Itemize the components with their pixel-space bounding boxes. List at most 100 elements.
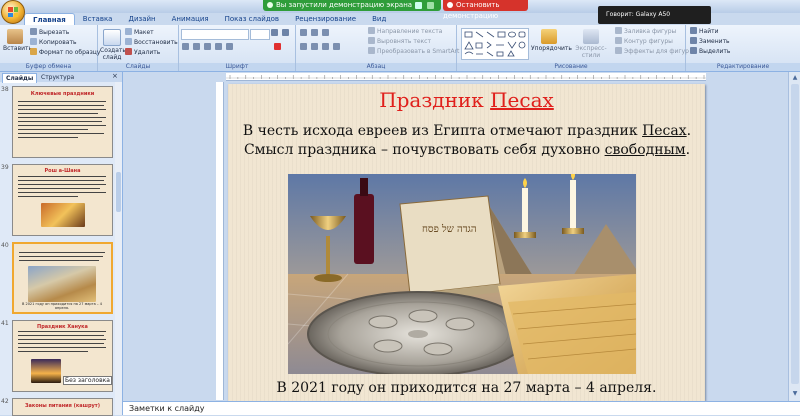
font-name-select[interactable] [181,29,249,40]
justify-button[interactable] [333,43,342,52]
shapes-gallery[interactable] [461,28,529,60]
thumb-text-line [18,339,106,340]
close-panel-icon[interactable]: × [112,72,118,80]
slide-canvas[interactable]: Праздник Песах В честь исхода евреев из … [228,84,705,401]
brush-icon [30,48,37,55]
font-color-icon [274,43,281,50]
thumb-title: Праздник Ханука [37,324,88,330]
new-slide-button[interactable]: Создать слайд [100,29,126,61]
layout-button[interactable]: Макет [125,28,154,37]
slide-thumbnail-42[interactable]: Законы питания (кашрут) [12,398,113,416]
pause-share-icon[interactable] [415,2,422,9]
office-button[interactable] [1,0,25,24]
bold-button[interactable] [182,43,191,52]
font-color-button[interactable] [274,43,283,52]
tab-slides[interactable]: Слайды [2,73,38,83]
numbering-button[interactable] [311,29,320,38]
editing-group: Найти Заменить Выделить Редактирование [686,25,800,71]
shape-effects-button[interactable]: Эффекты для фигур [615,47,689,56]
share-settings-icon[interactable] [427,2,434,9]
smartart-label: Преобразовать в SmartArt [377,48,460,55]
slide-title[interactable]: Праздник Песах [228,88,705,112]
slide-thumbnail-39[interactable]: Рош а-Шана [12,164,113,236]
indent-button[interactable] [322,29,331,38]
underline-icon [204,43,211,50]
passover-seder-photo[interactable]: הגדה של פסח [288,174,636,374]
slide-thumbnail-38[interactable]: Ключевые праздники [12,86,113,158]
slide-body-text[interactable]: В честь исхода евреев из Египта отмечают… [242,122,692,160]
cursor-icon [690,47,697,54]
panel-scrollbar[interactable] [115,82,122,415]
copy-button[interactable]: Копировать [30,38,76,47]
shape-effects-label: Эффекты для фигур [624,48,689,55]
reset-button[interactable]: Восстановить [125,38,178,47]
shape-fill-button[interactable]: Заливка фигуры [615,27,676,36]
thumb-number: 41 [1,320,9,327]
strikethrough-button[interactable] [215,43,224,52]
clipboard-group: Вставить Вырезать Копировать Формат по о… [0,25,100,71]
tab-design[interactable]: Дизайн [120,13,163,25]
drawing-group-label: Рисование [457,63,685,71]
align-center-button[interactable] [311,43,320,52]
shape-outline-button[interactable]: Контур фигуры [615,37,673,46]
arrange-label: Упорядочить [531,45,572,52]
screen-share-banner: Вы запустили демонстрацию экрана [263,0,441,11]
tab-animation[interactable]: Анимация [164,13,217,25]
underline-button[interactable] [204,43,213,52]
vertical-ruler[interactable] [216,82,224,400]
align-left-button[interactable] [300,43,309,52]
tab-review[interactable]: Рецензирование [287,13,364,25]
replace-button[interactable]: Заменить [690,37,730,46]
seder-illustration: הגדה של פסח [288,174,636,374]
notes-pane[interactable]: Заметки к слайду [123,401,800,415]
tab-insert[interactable]: Вставка [75,13,121,25]
body-line-1: В честь исхода евреев из Египта отмечают… [242,122,692,141]
editor-scroll-thumb[interactable] [791,84,799,384]
find-button[interactable]: Найти [690,27,718,36]
font-size-select[interactable] [250,29,270,40]
body-line-1-end: . [686,123,692,139]
quick-styles-button[interactable]: Экспресс-стили [569,29,613,59]
horizontal-ruler[interactable] [226,73,706,81]
align-text-icon [368,37,375,44]
slide-thumbnail-41[interactable]: Праздник Ханука Без заголовка [12,320,113,392]
thumb-text-line [18,121,102,122]
slide-thumbnail-40[interactable]: В 2021 году он приходится на 27 марта – … [12,242,113,314]
delete-slide-button[interactable]: Удалить [125,48,160,57]
text-direction-button[interactable]: Направление текста [368,27,442,36]
italic-button[interactable] [193,43,202,52]
bullets-button[interactable] [300,29,309,38]
scroll-up-icon[interactable]: ▲ [791,74,799,82]
tab-slideshow[interactable]: Показ слайдов [217,13,287,25]
shape-fill-label: Заливка фигуры [624,28,677,35]
grow-font-button[interactable] [271,29,280,38]
new-slide-icon [103,29,121,46]
stop-share-button[interactable]: Остановить демонстрацию [443,0,528,20]
smartart-button[interactable]: Преобразовать в SmartArt [368,47,459,56]
thumb-text-line [18,137,78,138]
shrink-font-button[interactable] [282,29,291,38]
shadow-button[interactable] [226,43,235,52]
panel-scroll-thumb[interactable] [116,172,121,212]
shrink-font-icon [282,29,289,36]
thumb-text-line [18,331,106,332]
arrange-button[interactable]: Упорядочить [531,29,572,52]
editor-scrollbar[interactable]: ▲ ▼ [788,72,800,401]
body-line-2-end: . [685,142,691,158]
italic-icon [193,43,200,50]
clipboard-group-label: Буфер обмена [0,63,97,71]
format-painter-button[interactable]: Формат по образцу [30,48,100,57]
align-text-button[interactable]: Выровнять текст [368,37,431,46]
thumb-number: 38 [1,86,9,93]
slide-footer-text[interactable]: В 2021 году он приходится на 27 марта – … [228,380,705,396]
tab-home[interactable]: Главная [24,13,75,25]
thumb-text-line [18,125,106,126]
tab-view[interactable]: Вид [364,13,394,25]
thumb-text-line [18,129,88,130]
tab-outline[interactable]: Структура [38,73,77,82]
align-right-button[interactable] [322,43,331,52]
select-button[interactable]: Выделить [690,47,730,56]
cut-button[interactable]: Вырезать [30,28,69,37]
paste-button[interactable]: Вставить [3,29,32,52]
scroll-down-icon[interactable]: ▼ [791,390,799,398]
